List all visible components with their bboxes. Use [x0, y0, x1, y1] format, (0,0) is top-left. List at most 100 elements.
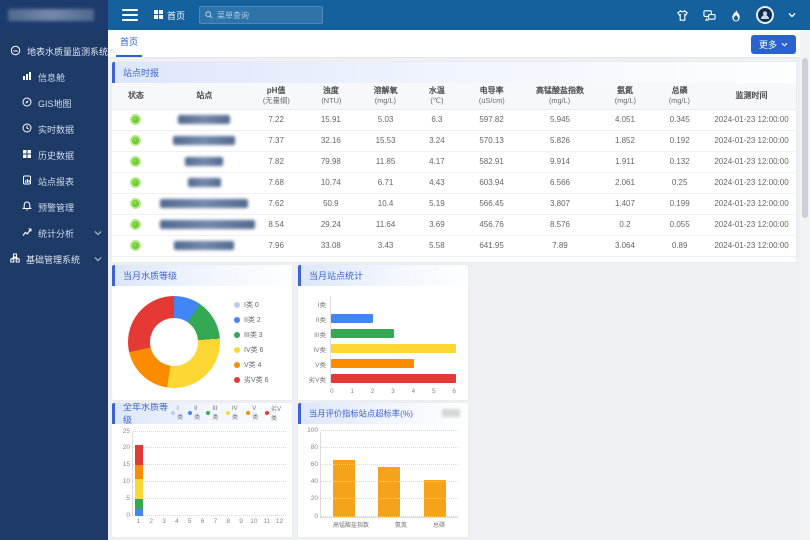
legend-item[interactable]: II类 2 [234, 315, 269, 325]
legend-item[interactable]: III类 3 [234, 330, 269, 340]
gridline: 100 [321, 430, 458, 431]
cell-value: 2024-01-23 12:00:00 [707, 193, 796, 214]
y-tick-label: 25 [117, 428, 130, 435]
legend-item[interactable]: V类 4 [234, 360, 269, 370]
main-area: 首页 更多 站点时报 状态站点pH值(无量纲)浊度(NTU)溶解氧(mg/L)水… [108, 30, 810, 540]
table-row[interactable]: 7.2215.915.036.3597.825.9454.0510.345202… [112, 109, 796, 130]
legend-item[interactable]: III类 [206, 404, 221, 422]
station-name-redacted [185, 157, 223, 166]
legend-dot [234, 347, 240, 353]
y-tick-label: 20 [117, 444, 130, 451]
station-name-redacted [188, 178, 221, 187]
cell-value: 8.576 [522, 214, 597, 235]
legend-item[interactable]: II类 [188, 404, 201, 422]
legend-item[interactable]: 劣V类 6 [234, 375, 269, 385]
hbar-row-V类[interactable]: V类 [304, 356, 456, 371]
sidebar: 地表水质量监测系统信息舱GIS地图实时数据历史数据站点报表预警管理统计分析基础管… [0, 0, 108, 540]
bar-高锰酸盐指数[interactable] [333, 460, 355, 517]
sidebar-item-label: 实时数据 [38, 123, 102, 136]
flame-icon[interactable] [730, 9, 742, 22]
cell-value: 2.061 [598, 172, 653, 193]
annual-quality-panel: 全年水质等级 I类II类III类IV类V类劣V类 0510152025 1234… [112, 403, 292, 538]
theme-icon[interactable] [676, 9, 689, 22]
cell-value: 7.37 [249, 130, 304, 151]
sidebar-item-统计分析[interactable]: 统计分析 [0, 220, 108, 246]
cell-value: 2024-01-23 12:00:00 [707, 235, 796, 256]
scrollbar-thumb[interactable] [802, 58, 808, 218]
bar [331, 314, 373, 323]
bar-segment [135, 499, 143, 509]
col-header: 站点 [160, 83, 249, 109]
sidebar-item-历史数据[interactable]: 历史数据 [0, 142, 108, 168]
tab-home[interactable]: 首页 [116, 35, 142, 57]
sidebar-item-信息舱[interactable]: 信息舱 [0, 64, 108, 90]
cell-value: 0.199 [652, 193, 707, 214]
category-label: III类 [304, 329, 330, 339]
legend-item[interactable]: IV类 [226, 404, 241, 422]
station-name-redacted [160, 220, 255, 229]
legend-label: III类 [212, 406, 221, 421]
legend-dot [171, 411, 175, 415]
stats-icon [22, 227, 32, 239]
col-unit: (℃) [415, 96, 459, 105]
legend-item[interactable]: V类 [246, 404, 260, 422]
bar-track [330, 326, 456, 341]
search-icon [205, 11, 213, 19]
cell-value: 7.68 [249, 172, 304, 193]
sidebar-group-0[interactable]: 地表水质量监测系统 [0, 38, 108, 64]
table-row[interactable]: 7.3732.1615.533.24570.135.8261.8520.1922… [112, 130, 796, 151]
table-row[interactable]: 7.6810.746.714.43603.946.5662.0610.25202… [112, 172, 796, 193]
sidebar-item-站点报表[interactable]: 站点报表 [0, 168, 108, 194]
status-dot-normal [130, 198, 141, 209]
col-header: 状态 [112, 83, 160, 109]
sidebar-item-GIS地图[interactable]: GIS地图 [0, 90, 108, 116]
x-tick-label: 总磷 [433, 520, 445, 529]
search-input[interactable] [217, 11, 317, 20]
annual-stacked-chart: 0510152025 [132, 432, 286, 516]
menu-collapse-icon[interactable] [122, 9, 138, 21]
menu-search[interactable] [199, 6, 323, 24]
window-scrollbar[interactable] [800, 30, 810, 540]
sidebar-item-预警管理[interactable]: 预警管理 [0, 194, 108, 220]
legend-item[interactable]: 劣V类 [265, 404, 284, 422]
panel-action-redacted[interactable] [442, 409, 460, 417]
table-row[interactable]: 7.6250.910.45.19566.453.8071.4070.199202… [112, 193, 796, 214]
hbar-row-II类[interactable]: II类 [304, 311, 456, 326]
more-button[interactable]: 更多 [751, 35, 796, 54]
exceedance-panel: 当月评价指标站点超标率(%) 020406080100 高锰酸盐指数氨氮总磷 [298, 403, 468, 538]
cell-value: 6.71 [358, 172, 413, 193]
legend-item[interactable]: I类 [171, 404, 183, 422]
avatar[interactable] [756, 6, 774, 24]
x-tick-label: 氨氮 [395, 520, 407, 529]
sidebar-group-1[interactable]: 基础管理系统 [0, 246, 108, 272]
hbar-row-I类[interactable]: I类 [304, 296, 456, 311]
cell-value: 3.24 [413, 130, 461, 151]
stacked-bar-month-1[interactable] [135, 445, 143, 516]
hbar-row-劣V类[interactable]: 劣V类 [304, 371, 456, 386]
legend-dot [234, 317, 240, 323]
screen-layout-icon[interactable] [703, 9, 716, 22]
app-logo-redacted [8, 9, 94, 21]
legend-label: V类 [252, 406, 260, 421]
exceedance-chart: 020406080100 [320, 432, 458, 518]
annual-legend: I类 II类 III类 IV类 V类劣V类 [171, 404, 284, 422]
table-row[interactable]: 7.8279.9811.854.17582.919.9141.9110.1322… [112, 151, 796, 172]
legend-item[interactable]: IV类 6 [234, 345, 269, 355]
annual-x-axis: 123456789101112 [132, 518, 286, 525]
legend-label: II类 [194, 406, 201, 421]
user-dropdown-icon[interactable] [788, 12, 796, 18]
legend-item[interactable]: I类 0 [234, 300, 269, 310]
bar-氨氮[interactable] [378, 467, 400, 516]
breadcrumb-home[interactable]: 首页 [154, 9, 185, 22]
cell-value: 7.96 [249, 235, 304, 256]
hbar-row-IV类[interactable]: IV类 [304, 341, 456, 356]
y-tick-label: 20 [305, 495, 318, 502]
y-tick-label: 10 [117, 478, 130, 485]
hbar-row-III类[interactable]: III类 [304, 326, 456, 341]
col-header: 总磷(mg/L) [652, 83, 707, 109]
table-row[interactable]: 7.9633.083.435.58641.957.893.0640.892024… [112, 235, 796, 256]
sidebar-item-实时数据[interactable]: 实时数据 [0, 116, 108, 142]
cell-value: 2024-01-23 12:00:00 [707, 214, 796, 235]
table-row[interactable]: 8.5429.2411.643.69456.768.5760.20.055202… [112, 214, 796, 235]
panel-title-annual-quality: 全年水质等级 I类II类III类IV类V类劣V类 [112, 403, 292, 424]
